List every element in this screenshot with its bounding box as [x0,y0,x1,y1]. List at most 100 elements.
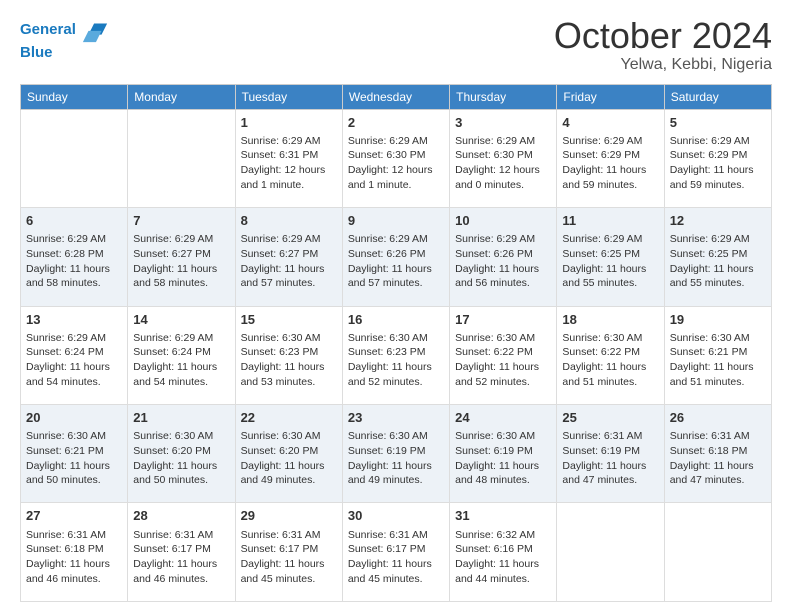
sunrise-text: Sunrise: 6:30 AM [670,331,766,346]
table-row: 23Sunrise: 6:30 AMSunset: 6:19 PMDayligh… [342,405,449,503]
daylight-text: Daylight: 11 hours and 52 minutes. [348,360,444,389]
sunset-text: Sunset: 6:27 PM [133,247,229,262]
sunset-text: Sunset: 6:17 PM [348,542,444,557]
logo-text: General [20,21,76,39]
sunrise-text: Sunrise: 6:29 AM [455,134,551,149]
sunset-text: Sunset: 6:24 PM [26,345,122,360]
col-tuesday: Tuesday [235,84,342,109]
day-number: 15 [241,311,337,329]
table-row: 11Sunrise: 6:29 AMSunset: 6:25 PMDayligh… [557,208,664,306]
daylight-text: Daylight: 11 hours and 52 minutes. [455,360,551,389]
day-number: 13 [26,311,122,329]
col-wednesday: Wednesday [342,84,449,109]
day-number: 27 [26,507,122,525]
table-row: 19Sunrise: 6:30 AMSunset: 6:21 PMDayligh… [664,306,771,404]
daylight-text: Daylight: 11 hours and 45 minutes. [241,557,337,586]
daylight-text: Daylight: 11 hours and 57 minutes. [241,262,337,291]
sunrise-text: Sunrise: 6:29 AM [455,232,551,247]
day-number: 1 [241,114,337,132]
daylight-text: Daylight: 11 hours and 57 minutes. [348,262,444,291]
sunset-text: Sunset: 6:21 PM [26,444,122,459]
table-row: 7Sunrise: 6:29 AMSunset: 6:27 PMDaylight… [128,208,235,306]
day-number: 11 [562,212,658,230]
sunrise-text: Sunrise: 6:31 AM [26,528,122,543]
table-row: 2Sunrise: 6:29 AMSunset: 6:30 PMDaylight… [342,109,449,207]
daylight-text: Daylight: 11 hours and 59 minutes. [670,163,766,192]
sunset-text: Sunset: 6:19 PM [455,444,551,459]
sunset-text: Sunset: 6:24 PM [133,345,229,360]
daylight-text: Daylight: 11 hours and 46 minutes. [26,557,122,586]
table-row: 6Sunrise: 6:29 AMSunset: 6:28 PMDaylight… [21,208,128,306]
table-row: 25Sunrise: 6:31 AMSunset: 6:19 PMDayligh… [557,405,664,503]
calendar-week-row: 6Sunrise: 6:29 AMSunset: 6:28 PMDaylight… [21,208,772,306]
table-row [664,503,771,602]
sunset-text: Sunset: 6:21 PM [670,345,766,360]
daylight-text: Daylight: 11 hours and 54 minutes. [26,360,122,389]
day-number: 5 [670,114,766,132]
sunrise-text: Sunrise: 6:31 AM [133,528,229,543]
sunset-text: Sunset: 6:17 PM [133,542,229,557]
sunrise-text: Sunrise: 6:29 AM [26,331,122,346]
table-row: 14Sunrise: 6:29 AMSunset: 6:24 PMDayligh… [128,306,235,404]
sunrise-text: Sunrise: 6:29 AM [348,134,444,149]
table-row: 30Sunrise: 6:31 AMSunset: 6:17 PMDayligh… [342,503,449,602]
day-number: 22 [241,409,337,427]
table-row: 21Sunrise: 6:30 AMSunset: 6:20 PMDayligh… [128,405,235,503]
calendar-week-row: 27Sunrise: 6:31 AMSunset: 6:18 PMDayligh… [21,503,772,602]
sunset-text: Sunset: 6:23 PM [348,345,444,360]
sunset-text: Sunset: 6:20 PM [133,444,229,459]
calendar-header-row: Sunday Monday Tuesday Wednesday Thursday… [21,84,772,109]
sunrise-text: Sunrise: 6:30 AM [241,331,337,346]
daylight-text: Daylight: 11 hours and 56 minutes. [455,262,551,291]
table-row [557,503,664,602]
daylight-text: Daylight: 11 hours and 59 minutes. [562,163,658,192]
table-row: 13 Sunrise: 6:29 AMSunset: 6:24 PMDayligh… [21,306,128,404]
table-row: 20Sunrise: 6:30 AMSunset: 6:21 PMDayligh… [21,405,128,503]
day-number: 3 [455,114,551,132]
sunset-text: Sunset: 6:19 PM [562,444,658,459]
table-row: 4 Sunrise: 6:29 AMSunset: 6:29 PMDaylight… [557,109,664,207]
sunset-text: Sunset: 6:20 PM [241,444,337,459]
table-row: 8Sunrise: 6:29 AMSunset: 6:27 PMDaylight… [235,208,342,306]
col-saturday: Saturday [664,84,771,109]
day-number: 24 [455,409,551,427]
day-number: 4 [562,114,658,132]
day-number: 10 [455,212,551,230]
daylight-text: Daylight: 11 hours and 58 minutes. [133,262,229,291]
sunset-text: Sunset: 6:29 PM [562,148,658,163]
sunrise-text: Sunrise: 6:30 AM [455,331,551,346]
sunrise-text: Sunrise: 6:30 AM [26,429,122,444]
daylight-text: Daylight: 11 hours and 58 minutes. [26,262,122,291]
daylight-text: Daylight: 11 hours and 44 minutes. [455,557,551,586]
table-row: 31Sunrise: 6:32 AMSunset: 6:16 PMDayligh… [450,503,557,602]
day-number: 8 [241,212,337,230]
table-row: 28Sunrise: 6:31 AMSunset: 6:17 PMDayligh… [128,503,235,602]
daylight-text: Daylight: 12 hours and 1 minute. [241,163,337,192]
day-number: 2 [348,114,444,132]
title-block: October 2024 Yelwa, Kebbi, Nigeria [554,16,772,74]
sunrise-text: Sunrise: 6:29 AM [670,134,766,149]
col-friday: Friday [557,84,664,109]
day-number: 25 [562,409,658,427]
table-row: 5Sunrise: 6:29 AMSunset: 6:29 PMDaylight… [664,109,771,207]
daylight-text: Daylight: 11 hours and 51 minutes. [562,360,658,389]
daylight-text: Daylight: 11 hours and 47 minutes. [670,459,766,488]
daylight-text: Daylight: 11 hours and 54 minutes. [133,360,229,389]
day-number: 12 [670,212,766,230]
table-row: 3Sunrise: 6:29 AMSunset: 6:30 PMDaylight… [450,109,557,207]
sunrise-text: Sunrise: 6:29 AM [562,134,658,149]
daylight-text: Daylight: 11 hours and 48 minutes. [455,459,551,488]
sunset-text: Sunset: 6:19 PM [348,444,444,459]
day-number: 23 [348,409,444,427]
sunset-text: Sunset: 6:25 PM [562,247,658,262]
day-number: 19 [670,311,766,329]
table-row: 24Sunrise: 6:30 AMSunset: 6:19 PMDayligh… [450,405,557,503]
page: General Blue October 2024 Yelwa, Kebbi, … [0,0,792,612]
table-row: 27Sunrise: 6:31 AMSunset: 6:18 PMDayligh… [21,503,128,602]
table-row: 12Sunrise: 6:29 AMSunset: 6:25 PMDayligh… [664,208,771,306]
col-sunday: Sunday [21,84,128,109]
sunrise-text: Sunrise: 6:29 AM [133,331,229,346]
calendar-week-row: 13Sunrise: 6:29 AMSunset: 6:24 PMDayligh… [21,306,772,404]
sunrise-text: Sunrise: 6:29 AM [670,232,766,247]
sunrise-text: Sunrise: 6:31 AM [241,528,337,543]
